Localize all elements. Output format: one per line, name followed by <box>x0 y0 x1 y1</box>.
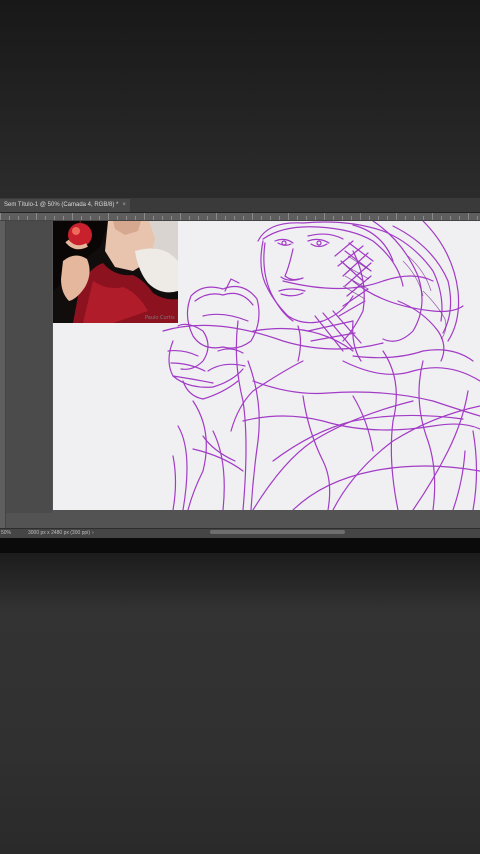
ruler-tick <box>81 216 82 220</box>
ruler-tick <box>99 216 100 220</box>
ruler-tick <box>162 216 163 220</box>
ruler-tick <box>369 216 370 220</box>
ruler-tick <box>450 216 451 220</box>
window-bottom-strip <box>0 538 480 553</box>
ruler-tick <box>423 216 424 220</box>
ruler-tick <box>54 216 55 220</box>
ruler-tick <box>189 216 190 220</box>
ruler-tick <box>261 216 262 220</box>
ruler-tick <box>126 216 127 220</box>
ruler-tick <box>180 213 181 220</box>
ruler-tick <box>18 216 19 220</box>
ruler-tick <box>207 216 208 220</box>
ruler-tick <box>63 216 64 220</box>
ruler-tick <box>477 216 478 220</box>
document-info: 3000 px x 2480 px (300 ppi) <box>28 530 90 536</box>
ruler-tick <box>333 216 334 220</box>
ruler-tick <box>432 213 433 220</box>
ruler-tick <box>117 216 118 220</box>
ruler-tick <box>90 216 91 220</box>
ruler-tick <box>171 216 172 220</box>
ruler-tick <box>216 213 217 220</box>
ruler-tick <box>324 213 325 220</box>
workspace-gap <box>53 510 480 528</box>
sketch-layer <box>162 221 480 510</box>
ruler-tick <box>351 216 352 220</box>
ruler-tick <box>198 216 199 220</box>
ruler-tick <box>135 216 136 220</box>
ruler-tick <box>459 216 460 220</box>
status-menu-arrow[interactable]: › <box>92 529 94 538</box>
ruler-tick <box>279 216 280 220</box>
drawing-canvas[interactable]: Paulo Curtis <box>53 221 480 510</box>
ruler-tick <box>414 216 415 220</box>
zoom-level[interactable]: 50% <box>1 529 11 538</box>
ruler-tick <box>153 216 154 220</box>
ruler-tick <box>405 216 406 220</box>
ruler-tick <box>360 213 361 220</box>
background-lower <box>0 553 480 854</box>
ruler-tick <box>396 213 397 220</box>
editor-window: Sem Título-1 @ 50% (Camada 4, RGB/8) *× <box>0 198 480 553</box>
ruler-tick <box>144 213 145 220</box>
ruler-tick <box>9 216 10 220</box>
ruler-tick <box>243 216 244 220</box>
ruler-tick <box>0 213 1 220</box>
horizontal-ruler <box>0 213 480 221</box>
ruler-tick <box>270 216 271 220</box>
ruler-tick <box>468 213 469 220</box>
screen: Sem Título-1 @ 50% (Camada 4, RGB/8) *× <box>0 0 480 854</box>
horizontal-scrollbar[interactable] <box>210 530 345 534</box>
ruler-tick <box>288 213 289 220</box>
ruler-tick <box>225 216 226 220</box>
ruler-tick <box>297 216 298 220</box>
document-tab-title: Sem Título-1 @ 50% (Camada 4, RGB/8) * <box>4 202 119 208</box>
document-tab-bar: Sem Título-1 @ 50% (Camada 4, RGB/8) * × <box>0 198 480 213</box>
ruler-tick <box>306 216 307 220</box>
ruler-tick <box>387 216 388 220</box>
ruler-tick <box>315 216 316 220</box>
ruler-tick <box>72 213 73 220</box>
ruler-tick <box>36 213 37 220</box>
workspace-left-area <box>6 221 52 513</box>
ruler-tick <box>108 213 109 220</box>
ruler-tick <box>234 216 235 220</box>
ruler-tick <box>45 216 46 220</box>
ruler-tick <box>378 216 379 220</box>
ruler-tick <box>27 216 28 220</box>
ruler-tick <box>252 213 253 220</box>
ruler-tick <box>342 216 343 220</box>
close-icon[interactable]: × <box>122 202 126 208</box>
ruler-tick <box>441 216 442 220</box>
document-tab[interactable]: Sem Título-1 @ 50% (Camada 4, RGB/8) * × <box>0 199 130 212</box>
